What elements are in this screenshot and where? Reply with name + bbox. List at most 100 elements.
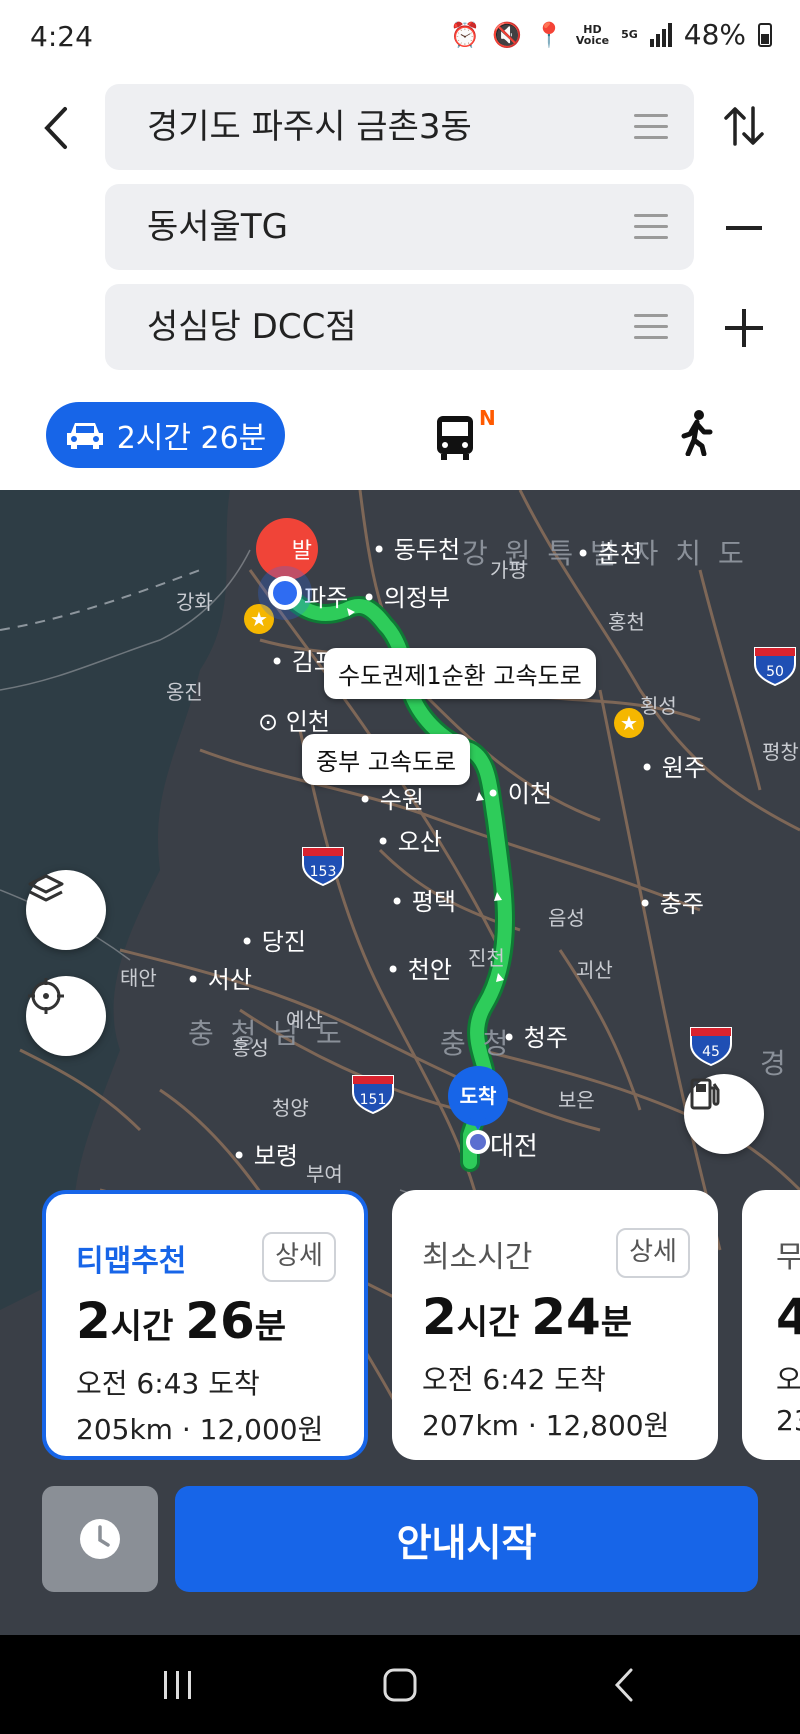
city-label: ⊙ 인천 [258, 708, 330, 736]
route-duration: 4 [776, 1288, 800, 1346]
mute-icon: 🔇 [492, 20, 522, 49]
route-duration: 2시간 24분 [422, 1288, 633, 1346]
route-type-label: 최소시간 [422, 1240, 533, 1275]
status-time: 4:24 [30, 20, 93, 53]
arrive-pin[interactable]: 도착 [448, 1066, 508, 1158]
city-label: 가평 [490, 558, 527, 582]
back-button[interactable] [36, 100, 76, 156]
city-label: 예산 [286, 1008, 323, 1032]
detail-button[interactable]: 상세 [616, 1228, 690, 1278]
city-label: 홍천 [608, 610, 645, 634]
detail-button[interactable]: 상세 [262, 1232, 336, 1282]
city-label: • 서산 [186, 966, 252, 994]
gas-station-button[interactable] [684, 1074, 764, 1154]
city-label: 부여 [306, 1162, 343, 1186]
city-label: • 보령 [232, 1142, 298, 1170]
svg-text:151: 151 [360, 1092, 387, 1108]
svg-text:45: 45 [702, 1044, 720, 1060]
swap-button[interactable] [718, 100, 770, 152]
minus-icon [726, 226, 762, 230]
recents-icon [164, 1671, 191, 1699]
tab-transit[interactable]: N [435, 406, 499, 464]
city-label: 괴산 [576, 958, 613, 982]
home-icon [383, 1668, 417, 1702]
road-label: 수도권제1순환 고속도로 [324, 648, 596, 699]
add-waypoint-button[interactable] [718, 302, 770, 354]
clock-icon [80, 1519, 120, 1559]
city-label: 횡성 [640, 694, 677, 718]
route-type-label: 티맵추천 [76, 1244, 187, 1279]
origin-field[interactable]: 경기도 파주시 금촌3동 [105, 84, 694, 170]
bus-icon [437, 416, 473, 460]
city-label: • 청주 [502, 1024, 568, 1052]
alarm-icon: ⏰ [450, 20, 481, 49]
route-card-fastest[interactable]: 최소시간 상세 2시간 24분 오전 6:42 도착 207km · 12,80… [392, 1190, 718, 1460]
recent-apps-button[interactable] [148, 1655, 208, 1715]
city-label: 진천 [468, 946, 505, 970]
city-label: • 오산 [376, 828, 442, 856]
home-button[interactable] [370, 1655, 430, 1715]
route-eta: 오전 6:42 도착 [422, 1363, 606, 1396]
back-icon [614, 1668, 633, 1702]
car-icon [66, 423, 103, 449]
city-label: • 의정부 [362, 584, 451, 612]
battery-percent: 48% [683, 18, 746, 51]
start-pin[interactable]: 발 [256, 518, 318, 580]
highway-shield: 50 [752, 646, 798, 686]
tab-car[interactable]: 2시간 26분 [46, 402, 285, 468]
map-layers-button[interactable] [26, 870, 106, 950]
route-duration: 2시간 26분 [76, 1292, 287, 1350]
nav-back-button[interactable] [594, 1655, 654, 1715]
route-eta: 오 [776, 1363, 800, 1396]
route-card-recommended[interactable]: 티맵추천 상세 2시간 26분 오전 6:43 도착 205km · 12,00… [42, 1190, 368, 1460]
favorite-star-icon[interactable]: ★ [244, 604, 274, 634]
destination-text: 성심당 DCC점 [147, 307, 357, 347]
city-label: • 이천 [486, 780, 552, 808]
route-meta: 207km · 12,800원 [422, 1409, 670, 1442]
car-time-label: 2시간 26분 [116, 421, 267, 456]
route-eta: 오전 6:43 도착 [76, 1367, 260, 1400]
origin-text: 경기도 파주시 금촌3동 [147, 107, 472, 147]
5g-icon: 5G [621, 28, 638, 41]
my-location-button[interactable] [26, 976, 106, 1056]
drag-handle-icon[interactable] [634, 114, 668, 140]
city-label: 강화 [176, 590, 213, 614]
battery-icon [758, 22, 772, 47]
svg-text:153: 153 [310, 864, 337, 880]
city-label: • 충주 [638, 890, 704, 918]
signal-icon [649, 22, 672, 47]
drag-handle-icon[interactable] [634, 314, 668, 340]
layers-icon [28, 874, 64, 902]
city-label: • 평택 [390, 888, 456, 916]
city-label: 홍성 [232, 1036, 269, 1060]
drag-handle-icon[interactable] [634, 214, 668, 240]
road-label: 중부 고속도로 [302, 734, 471, 785]
tab-walk[interactable] [680, 410, 722, 462]
swap-icon [724, 106, 764, 146]
plus-icon [725, 309, 763, 347]
city-label: • 수원 [358, 786, 424, 814]
map-view[interactable]: 강 원 특 별 자 치 도 충 청 남 도 충 청 경 상 • 동두천 • 춘천… [0, 490, 800, 1635]
city-label: • 당진 [240, 928, 306, 956]
status-bar: 4:24 ⏰ 🔇 📍 HD Voice 5G 48% [0, 0, 800, 76]
system-nav-bar [0, 1635, 800, 1734]
city-label: • 동두천 [372, 536, 461, 564]
current-location-dot [268, 576, 302, 610]
route-card-partial[interactable]: 무 4 오 23 [742, 1190, 800, 1460]
city-label: 보은 [558, 1088, 595, 1112]
region-label: 경 상 [760, 1047, 800, 1080]
fuel-icon [690, 1078, 720, 1110]
highway-shield: 45 [688, 1026, 734, 1066]
favorite-star-icon[interactable]: ★ [614, 708, 644, 738]
waypoint-field[interactable]: 동서울TG [105, 184, 694, 270]
destination-field[interactable]: 성심당 DCC점 [105, 284, 694, 370]
crosshair-icon [28, 978, 64, 1014]
start-navigation-button[interactable]: 안내시작 [175, 1486, 758, 1592]
walk-icon [681, 410, 713, 457]
depart-time-button[interactable] [42, 1486, 158, 1592]
route-type-label: 무 [776, 1240, 800, 1275]
city-label: • 춘천 [576, 540, 642, 568]
remove-waypoint-button[interactable] [718, 202, 770, 254]
city-label: 음성 [548, 906, 585, 930]
city-label: • 천안 [386, 956, 452, 984]
